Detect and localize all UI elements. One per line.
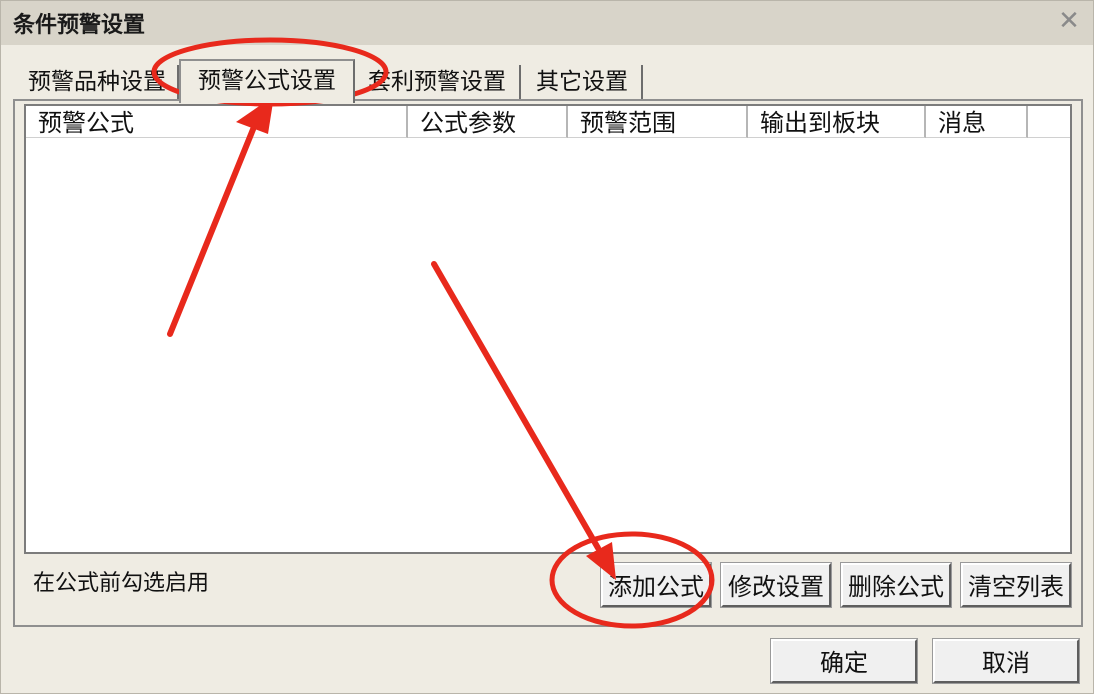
column-header-range[interactable]: 预警范围	[568, 106, 748, 138]
tab-panel: 预警公式 公式参数 预警范围 输出到板块 消息 在公式前勾选启用 添加公式 修改…	[13, 99, 1083, 627]
delete-formula-button[interactable]: 删除公式	[840, 562, 952, 608]
list-header: 预警公式 公式参数 预警范围 输出到板块 消息	[26, 106, 1070, 138]
ok-button[interactable]: 确定	[770, 638, 918, 684]
hint-text: 在公式前勾选启用	[33, 571, 210, 596]
window-title: 条件预警设置	[13, 13, 146, 38]
clear-list-button[interactable]: 清空列表	[960, 562, 1072, 608]
column-header-params[interactable]: 公式参数	[408, 106, 568, 138]
column-header-message[interactable]: 消息	[926, 106, 1028, 138]
column-header-output-block[interactable]: 输出到板块	[748, 106, 926, 138]
close-icon[interactable]: ✕	[1055, 7, 1083, 35]
add-formula-button[interactable]: 添加公式	[600, 562, 712, 608]
tab-other-settings[interactable]: 其它设置	[523, 65, 643, 99]
column-header-formula[interactable]: 预警公式	[26, 106, 408, 138]
cancel-button[interactable]: 取消	[932, 638, 1080, 684]
tab-formula-settings[interactable]: 预警公式设置	[179, 59, 355, 103]
title-bar[interactable]: 条件预警设置 ✕	[1, 1, 1093, 45]
dialog-window: 条件预警设置 ✕ 预警品种设置 预警公式设置 套利预警设置 其它设置 预警公式 …	[0, 0, 1094, 694]
formula-list[interactable]: 预警公式 公式参数 预警范围 输出到板块 消息	[24, 104, 1072, 554]
modify-settings-button[interactable]: 修改设置	[720, 562, 832, 608]
tab-variety-settings[interactable]: 预警品种设置	[17, 65, 179, 99]
column-header-filler	[1028, 106, 1070, 138]
tab-arbitrage-settings[interactable]: 套利预警设置	[355, 65, 521, 99]
